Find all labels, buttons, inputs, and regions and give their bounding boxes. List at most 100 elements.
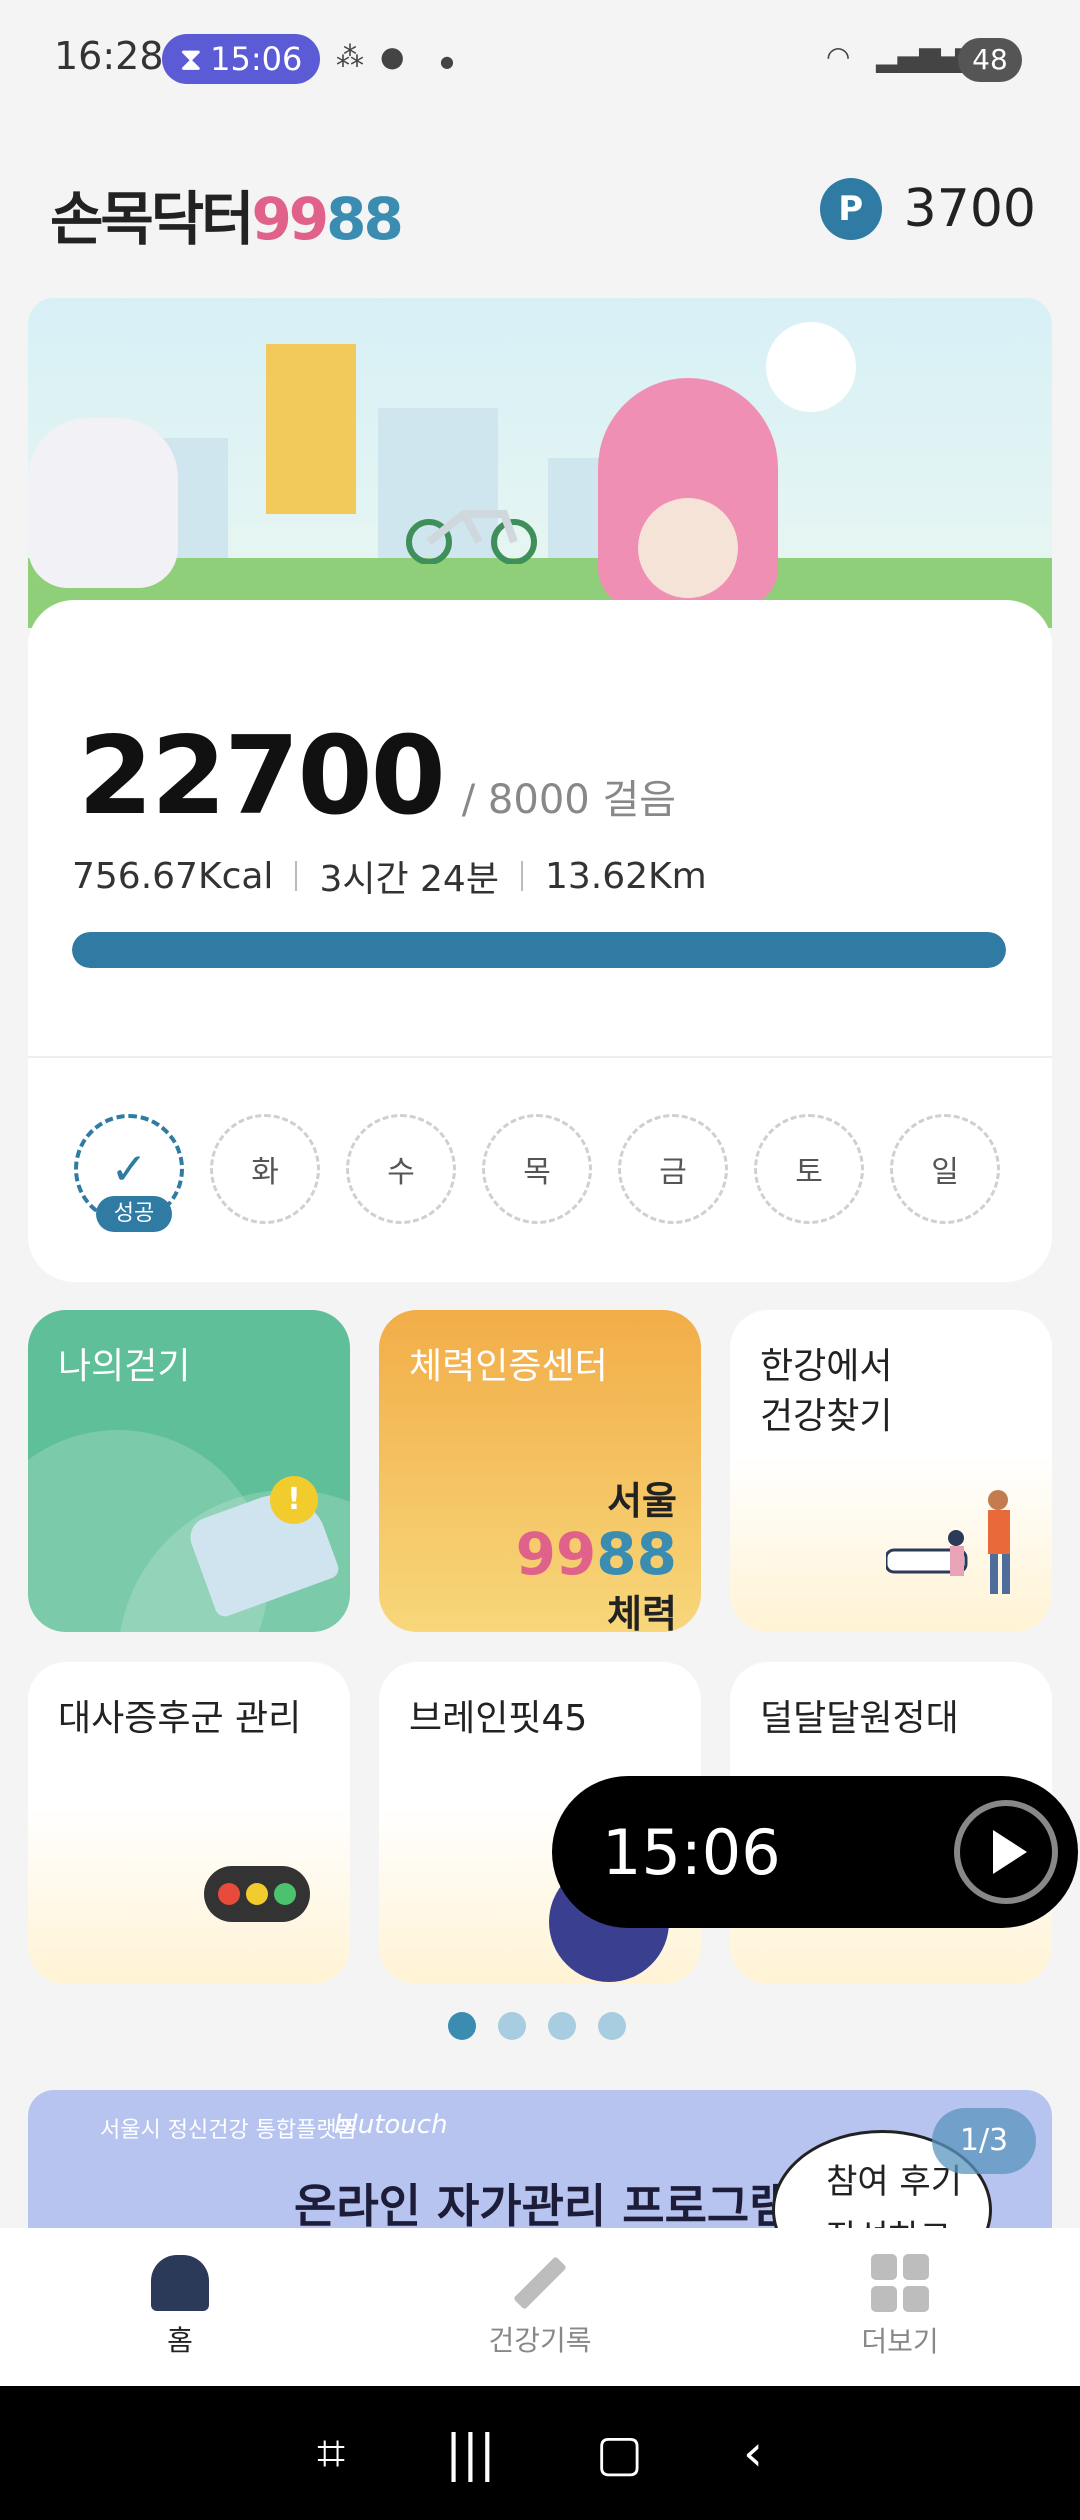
mascot-belly <box>638 498 738 598</box>
tile-label: 대사증후군 관리 <box>58 1698 302 1739</box>
home-button-icon[interactable]: ▢ <box>596 2424 643 2482</box>
hourglass-icon: ⧗ <box>179 39 203 78</box>
day-circle-sat[interactable]: 토 <box>754 1114 864 1224</box>
page-dot[interactable] <box>448 2012 476 2040</box>
bicycle-illustration <box>406 510 537 564</box>
weekly-tracker: ✓ 성공 화 수 목 금 토 일 <box>74 1114 1000 1232</box>
promo-page-indicator: 1/3 <box>932 2108 1036 2174</box>
nav-home[interactable]: 홈 <box>0 2228 360 2386</box>
step-goal: / 8000 걸음 <box>461 777 677 823</box>
points-display[interactable]: P 3700 <box>819 178 1036 240</box>
seoul-logo-99: 99 <box>515 1520 597 1588</box>
tile-label: 한강에서 건강찾기 <box>760 1342 892 1442</box>
home-icon <box>151 2255 209 2311</box>
timer-pill[interactable]: ⧗ 15:06 <box>162 34 320 84</box>
logo-99: 99 <box>251 185 329 253</box>
nav-more-label: 더보기 <box>861 2325 939 2358</box>
seoul-logo-88: 88 <box>596 1520 677 1588</box>
speech-bubble-text: 참여 후기 작성하고 <box>826 2154 962 2230</box>
day-circle-sun[interactable]: 일 <box>890 1114 1000 1224</box>
tile-my-walk[interactable]: 나의걷기 ! <box>28 1310 350 1632</box>
mascot-pink <box>598 378 778 608</box>
hero-banner <box>28 298 1052 628</box>
tile-hangang[interactable]: 한강에서 건강찾기 <box>730 1310 1052 1632</box>
divider <box>295 861 298 891</box>
nav-home-label: 홈 <box>167 2324 193 2357</box>
grid-cell <box>903 2286 929 2312</box>
light-yellow <box>246 1883 268 1905</box>
sun-illustration <box>766 322 856 412</box>
success-badge: 성공 <box>96 1196 172 1232</box>
kakao-icon: ⁂ <box>336 40 364 73</box>
steps-summary: 22700 / 8000 걸음 <box>78 714 676 839</box>
nav-health-record[interactable]: 건강기록 <box>360 2228 720 2386</box>
points-icon: P <box>819 178 882 240</box>
card-divider <box>28 1056 1052 1058</box>
screenshot-icon[interactable]: ⌗ <box>317 2424 345 2483</box>
grid-cell <box>903 2254 929 2280</box>
tile-label: 체력인증센터 <box>409 1346 608 1387</box>
app-logo: 손목닥터9988 <box>50 172 404 256</box>
seoul-logo-top: 서울 <box>607 1479 677 1523</box>
promo-top-text: 서울시 정신건강 통합플랫폼 <box>100 2118 357 2143</box>
day-circle-wed[interactable]: 수 <box>346 1114 456 1224</box>
battery-indicator: 48 <box>958 38 1022 82</box>
page-dot[interactable] <box>548 2012 576 2040</box>
distance-value: 13.62Km <box>544 855 707 897</box>
day-circle-mon[interactable]: ✓ 성공 <box>74 1114 184 1232</box>
check-icon: ✓ <box>110 1143 148 1195</box>
tile-label-line2: 건강찾기 <box>760 1396 893 1437</box>
step-metrics: 756.67Kcal 3시간 24분 13.62Km <box>72 850 707 902</box>
page-indicator-dots <box>448 2012 626 2040</box>
grid-icon <box>871 2254 929 2312</box>
bottom-navigation: 홈 건강기록 더보기 <box>0 2228 1080 2386</box>
back-icon[interactable]: ‹ <box>743 2424 763 2482</box>
tile-label: 나의걷기 <box>58 1346 191 1387</box>
pencil-icon <box>513 2256 567 2310</box>
seoul-logo-num: 9988 <box>516 1525 677 1583</box>
talk-icon: ● <box>380 40 405 73</box>
grid-cell <box>871 2254 897 2280</box>
status-bar: 16:28 ⧗ 15:06 ⁂ ● ● ◠ ▂▄▆ ▂▄▆ 48 <box>0 0 1080 120</box>
tile-label: 덜달달원정대 <box>760 1698 959 1739</box>
light-red <box>218 1883 240 1905</box>
day-circle-thu[interactable]: 목 <box>482 1114 592 1224</box>
seoul-logo-bottom: 체력 <box>607 1592 677 1632</box>
tile-metabolic[interactable]: 대사증후군 관리 <box>28 1662 350 1984</box>
promo-banner[interactable]: 서울시 정신건강 통합플랫폼 blutouch 온라인 자가관리 프로그램 참여… <box>28 2090 1052 2230</box>
tile-fitness-center[interactable]: 체력인증센터 서울 9988 체력 <box>379 1310 701 1632</box>
clock: 16:28 <box>54 34 164 78</box>
family-boat-illustration <box>886 1490 1010 1594</box>
nav-more[interactable]: 더보기 <box>720 2228 1080 2386</box>
light-green <box>274 1883 296 1905</box>
step-progress-bar <box>72 932 1006 968</box>
tile-label: 브레인핏45 <box>409 1698 588 1739</box>
recents-icon[interactable]: ||| <box>445 2424 496 2482</box>
logo-88: 88 <box>326 185 404 253</box>
step-card[interactable]: 22700 / 8000 걸음 756.67Kcal 3시간 24분 13.62… <box>28 600 1052 1282</box>
traffic-light-icon <box>204 1866 310 1922</box>
logo-text: 손목닥터 <box>50 185 254 253</box>
day-circle-fri[interactable]: 금 <box>618 1114 728 1224</box>
day-circle-tue[interactable]: 화 <box>210 1114 320 1224</box>
floating-timer[interactable]: 15:06 <box>552 1776 1078 1928</box>
play-button[interactable] <box>954 1800 1058 1904</box>
nav-record-label: 건강기록 <box>488 2324 592 2357</box>
mascot-white <box>28 418 178 588</box>
page-dot[interactable] <box>498 2012 526 2040</box>
page-dot[interactable] <box>598 2012 626 2040</box>
promo-title: 온라인 자가관리 프로그램 <box>294 2179 792 2230</box>
bubble-line2: 작성하고 <box>826 2210 962 2230</box>
seoul-9988-logo: 서울 9988 체력 <box>516 1470 677 1632</box>
kcal-value: 756.67Kcal <box>72 855 274 897</box>
step-count: 22700 <box>78 714 446 839</box>
alert-icon: ! <box>270 1476 318 1524</box>
grid-cell <box>871 2286 897 2312</box>
tile-label-line1: 한강에서 <box>760 1346 893 1387</box>
timer-pill-time: 15:06 <box>210 40 303 78</box>
wifi-icon: ◠ <box>826 40 851 73</box>
play-icon <box>993 1830 1027 1874</box>
dot-icon: ● <box>440 52 454 71</box>
promo-brand: blutouch <box>334 2110 448 2140</box>
duration-value: 3시간 24분 <box>319 859 499 900</box>
